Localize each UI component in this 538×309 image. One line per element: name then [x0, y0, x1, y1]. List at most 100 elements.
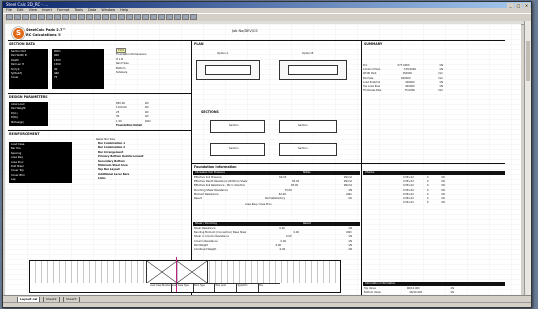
plan-table-cell: Load Case Number — [150, 284, 172, 292]
fill-color-icon[interactable] — [182, 14, 189, 20]
spreadsheet-window: Steel Calc 2D_RC - … _ □ × File Edit Vie… — [2, 1, 532, 308]
redo-icon[interactable] — [78, 14, 85, 20]
save-icon[interactable] — [22, 14, 29, 20]
paste-icon[interactable] — [62, 14, 69, 20]
vertical-scrollbar[interactable] — [524, 21, 531, 297]
sum-icon[interactable] — [86, 14, 93, 20]
maximize-button[interactable]: □ — [515, 2, 522, 8]
sort-icon[interactable] — [94, 14, 101, 20]
cell-v: 0.00 — [286, 235, 292, 239]
section-diagram: Section — [279, 143, 337, 156]
borders-icon[interactable] — [174, 14, 181, 20]
column-stub — [146, 260, 208, 284]
menu-window[interactable]: Window — [101, 8, 115, 13]
section-tag: Section — [298, 147, 308, 150]
value: Sidebars — [116, 71, 128, 75]
font-color-icon[interactable] — [190, 14, 197, 20]
data-row: Combined Weight 0.00 kN — [194, 248, 352, 252]
calc-header-bar: Allowable Soil Pressure Notes — [193, 171, 360, 175]
label: Lap — [11, 178, 16, 182]
copy-icon[interactable] — [54, 14, 61, 20]
print-icon[interactable] — [30, 14, 37, 20]
cell-u: mm — [438, 89, 443, 93]
divider — [8, 130, 191, 131]
cell-v: 69.00 — [279, 176, 287, 179]
menu-edit[interactable]: Edit — [17, 8, 24, 13]
app-name-line1: SteelCalc Pads 2.7™ — [26, 28, 66, 32]
divider — [191, 40, 192, 296]
summary-rows: Pcx 577.0000 kN Column Pmax 578.0000 kN Width … — [363, 64, 443, 93]
currency-icon[interactable] — [158, 14, 165, 20]
cell-v: Pad Satisfactory — [264, 197, 286, 201]
status-bar — [3, 302, 531, 307]
cut-icon[interactable] — [46, 14, 53, 20]
title-bar: Steel Calc 2D_RC - … _ □ × — [3, 2, 531, 8]
section1-labels: Section Ref Pad Width B Depth Pad Len H … — [9, 49, 48, 89]
section2-units: kN kN kN kN kNm — [145, 102, 161, 124]
align-right-icon[interactable] — [150, 14, 157, 20]
checks-title: Checks — [365, 171, 375, 174]
pad-outline — [288, 65, 338, 75]
close-button[interactable]: × — [523, 2, 530, 8]
plan-table-cell: Pos — [259, 284, 263, 287]
section1-title: SECTION DATA — [9, 42, 35, 46]
final-title: Calculation Information — [365, 282, 396, 285]
cell-label: Thickness Row — [363, 89, 382, 93]
section-tag: Section — [298, 124, 308, 127]
align-center-icon[interactable] — [142, 14, 149, 20]
checks-rows: 0.5E+02 0 OK 0.5E+02 0 OK 0.5E+02 0 OK 0.5E+02 0 OK… — [403, 176, 445, 205]
summary-title: SUMMARY — [364, 42, 383, 46]
chart-icon[interactable] — [102, 14, 109, 20]
menu-format[interactable]: Format — [57, 8, 69, 13]
preview-icon[interactable] — [38, 14, 45, 20]
calc-title: Foundation Information — [194, 165, 237, 169]
toolbar — [3, 13, 531, 20]
minimize-button[interactable]: _ — [507, 2, 514, 8]
value: Links — [98, 177, 106, 181]
cell-u: OK — [441, 201, 445, 205]
app-name-line2: RC Calculations © — [26, 32, 62, 37]
menu-data[interactable]: Data — [88, 8, 96, 13]
plan-table-cell: Max Load — [215, 284, 238, 292]
percent-icon[interactable] — [166, 14, 173, 20]
underline-icon[interactable] — [126, 14, 133, 20]
plan-table-cell: Elem Type — [194, 284, 216, 292]
unit: kNm — [145, 119, 151, 123]
menu-insert[interactable]: Insert — [42, 8, 52, 13]
label: Cover — [11, 76, 19, 80]
section3-title: REINFORCEMENT — [9, 132, 40, 136]
plan-diagram-a: Option A — [196, 52, 260, 80]
menu-help[interactable]: Help — [120, 8, 128, 13]
scroll-thumb[interactable] — [526, 41, 530, 81]
divider — [361, 40, 362, 296]
menu-tools[interactable]: Tools — [74, 8, 83, 13]
italic-icon[interactable] — [118, 14, 125, 20]
cell-v: 0.00 — [280, 239, 287, 243]
section-diagram: Section — [279, 120, 337, 133]
window-title: Steel Calc 2D_RC - … — [6, 2, 49, 7]
align-left-icon[interactable] — [134, 14, 141, 20]
cell-l: Combined Weight — [194, 248, 217, 252]
section2-labels: Axial Load Pad Weight P(LL) P(DL) M(Desi… — [9, 102, 48, 126]
column-cross-icon — [146, 260, 208, 284]
open-icon[interactable] — [14, 14, 21, 20]
cell-v: 0.00 — [293, 231, 300, 235]
new-icon[interactable] — [6, 14, 13, 20]
data-row: Result Pad Satisfactory OK — [194, 197, 352, 201]
worksheet[interactable]: S SteelCalc Pads 2.7™ RC Calculations © … — [5, 24, 521, 296]
label: M(Design) — [11, 120, 25, 124]
divider — [8, 93, 191, 94]
calc-result-line: Area Req / Area Prov — [245, 203, 272, 206]
menu-view[interactable]: View — [29, 8, 37, 13]
section2-note: Foundation Detail — [116, 124, 143, 127]
data-row: 0.5E+02 0 OK — [403, 201, 445, 205]
final-header: Calculation Information — [363, 282, 505, 286]
menu-file[interactable]: File — [6, 8, 12, 13]
undo-icon[interactable] — [70, 14, 77, 20]
value: 75 — [54, 76, 58, 80]
data-row: Thickness Row 75.0000 mm — [363, 89, 443, 93]
company-logo: S — [12, 27, 25, 40]
section-diagram: Section — [210, 120, 265, 133]
calc-header-label: Allowable Soil Pressure — [195, 171, 225, 174]
bold-icon[interactable] — [110, 14, 117, 20]
